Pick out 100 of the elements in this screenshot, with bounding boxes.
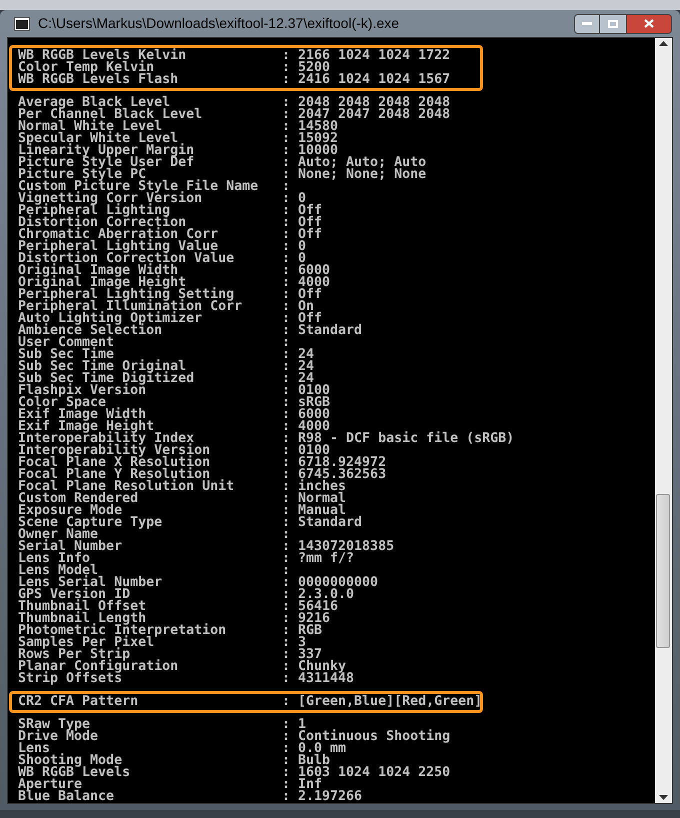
field-value: : RGB (282, 625, 322, 637)
field-value: : Standard (282, 517, 362, 529)
field-value: : Off (282, 313, 322, 325)
field-label: Flashpix Version (18, 385, 146, 397)
field-label: Original Image Height (18, 277, 186, 289)
scroll-thumb[interactable] (656, 494, 670, 648)
field-value: : 0000000000 (282, 577, 378, 589)
field-value: : 0.0 mm (282, 743, 346, 755)
window-title: C:\Users\Markus\Downloads\exiftool-12.37\exiftool(-k).exe (38, 14, 400, 33)
field-label: Shooting Mode (18, 755, 122, 767)
close-icon (644, 19, 654, 28)
field-label: WB RGGB Levels Flash (18, 74, 180, 86)
field-label: Scene Capture Type (18, 517, 164, 529)
field-value: : 4000 (282, 421, 330, 433)
field-value: : 15092 (282, 133, 338, 145)
field-label: Custom Rendered (18, 493, 140, 505)
field-value: : ?mm f/? (282, 553, 354, 565)
field-value: : 2416 1024 1024 1567 (282, 74, 450, 86)
field-label: Rows Per Strip (18, 649, 130, 661)
field-value: : Bulb (282, 755, 330, 767)
field-value: : sRGB (282, 397, 330, 409)
field-label: Photometric Interpretation (18, 625, 228, 637)
minimize-button[interactable] (574, 14, 600, 34)
field-label: Ambience Selection (18, 325, 162, 337)
field-value: : 2.3.0.0 (282, 589, 354, 601)
field-label: CR2 CFA Pattern (18, 696, 140, 708)
field-value: : Manual (282, 505, 346, 517)
maximize-button[interactable] (600, 14, 626, 34)
field-value: : (282, 181, 290, 193)
field-value: : 337 (282, 649, 322, 661)
field-label: Lens Info (18, 553, 90, 565)
field-label: Serial Number (18, 541, 124, 553)
field-value: : inches (282, 481, 346, 493)
field-label: Specular White Level (18, 133, 178, 145)
console-app-icon (14, 16, 30, 30)
field-value: : 5200 (282, 62, 330, 74)
field-value: : Auto; Auto; Auto (282, 157, 426, 169)
field-value: : 56416 (282, 601, 338, 613)
field-value: : 1603 1024 1024 2250 (282, 767, 450, 779)
field-value: : Continuous Shooting (282, 731, 450, 743)
field-value: : 6718.924972 (282, 457, 386, 469)
field-label: Strip Offsets (18, 673, 122, 685)
field-value: : 6000 (282, 409, 330, 421)
field-value: : 143072018385 (282, 541, 394, 553)
field-value: : 24 (282, 373, 314, 385)
field-value: : 4000 (282, 277, 330, 289)
field-label: Average Black Level (18, 97, 170, 109)
field-value: : 10000 (282, 145, 338, 157)
field-value: : (282, 529, 290, 541)
field-value: : Standard (282, 325, 362, 337)
close-button[interactable] (626, 14, 672, 34)
field-label: Color Temp Kelvin (18, 62, 154, 74)
field-value: : 3 (282, 637, 306, 649)
field-value: : None; None; None (282, 169, 426, 181)
field-value: : 0100 (282, 385, 330, 397)
field-value: : [Green,Blue][Red,Green] (282, 696, 482, 708)
field-value: : 6000 (282, 265, 330, 277)
field-value: : 24 (282, 361, 314, 373)
field-label: WB RGGB Levels (18, 767, 132, 779)
field-value: : 9216 (282, 613, 330, 625)
field-label: Peripheral Lighting (18, 205, 170, 217)
field-label: Lens (18, 743, 50, 755)
field-label: Aperture (18, 779, 82, 791)
field-label: Exif Image Height (18, 421, 155, 433)
field-value: : 2048 2048 2048 2048 (282, 97, 450, 109)
field-value: : 0 (282, 241, 306, 253)
field-value: : 2.197266 (282, 791, 362, 803)
field-value: : Off (282, 217, 322, 229)
scrollbar[interactable] (655, 38, 672, 803)
field-value: : 14580 (282, 121, 338, 133)
field-value: : Off (282, 205, 322, 217)
field-value: : 1 (282, 719, 306, 731)
field-value: : 0100 (282, 445, 330, 457)
field-value: : Off (282, 289, 322, 301)
field-value: : 0 (282, 193, 306, 205)
field-label: Peripheral Lighting Setting (18, 289, 234, 301)
field-value: : Inf (282, 779, 322, 791)
scroll-up-icon[interactable] (659, 41, 668, 46)
field-value: : 2047 2047 2048 2048 (282, 109, 450, 121)
field-value: : 0 (282, 253, 306, 265)
minimize-icon (582, 22, 592, 25)
field-value: : On (282, 301, 314, 313)
field-value: : Off (282, 229, 322, 241)
field-label: Peripheral Lighting Value (18, 241, 218, 253)
field-label: Picture Style PC (18, 169, 146, 181)
field-value: : (282, 337, 290, 349)
field-label: Linearity Upper Margin (18, 145, 196, 157)
field-value: : 2166 1024 1024 1722 (282, 50, 450, 62)
field-value: : 24 (282, 349, 314, 361)
field-value: : (282, 565, 290, 577)
field-value: : 4311448 (282, 673, 354, 685)
field-value: : R98 - DCF basic file (sRGB) (282, 433, 514, 445)
field-value: : Chunky (282, 661, 346, 673)
field-label: Focal Plane Resolution Unit (18, 481, 236, 493)
scroll-down-icon[interactable] (659, 795, 668, 800)
field-label: Exposure Mode (18, 505, 124, 517)
maximize-icon (608, 20, 618, 28)
field-label: Blue Balance (18, 791, 116, 803)
field-value: : Normal (282, 493, 346, 505)
field-label: Drive Mode (18, 731, 100, 743)
